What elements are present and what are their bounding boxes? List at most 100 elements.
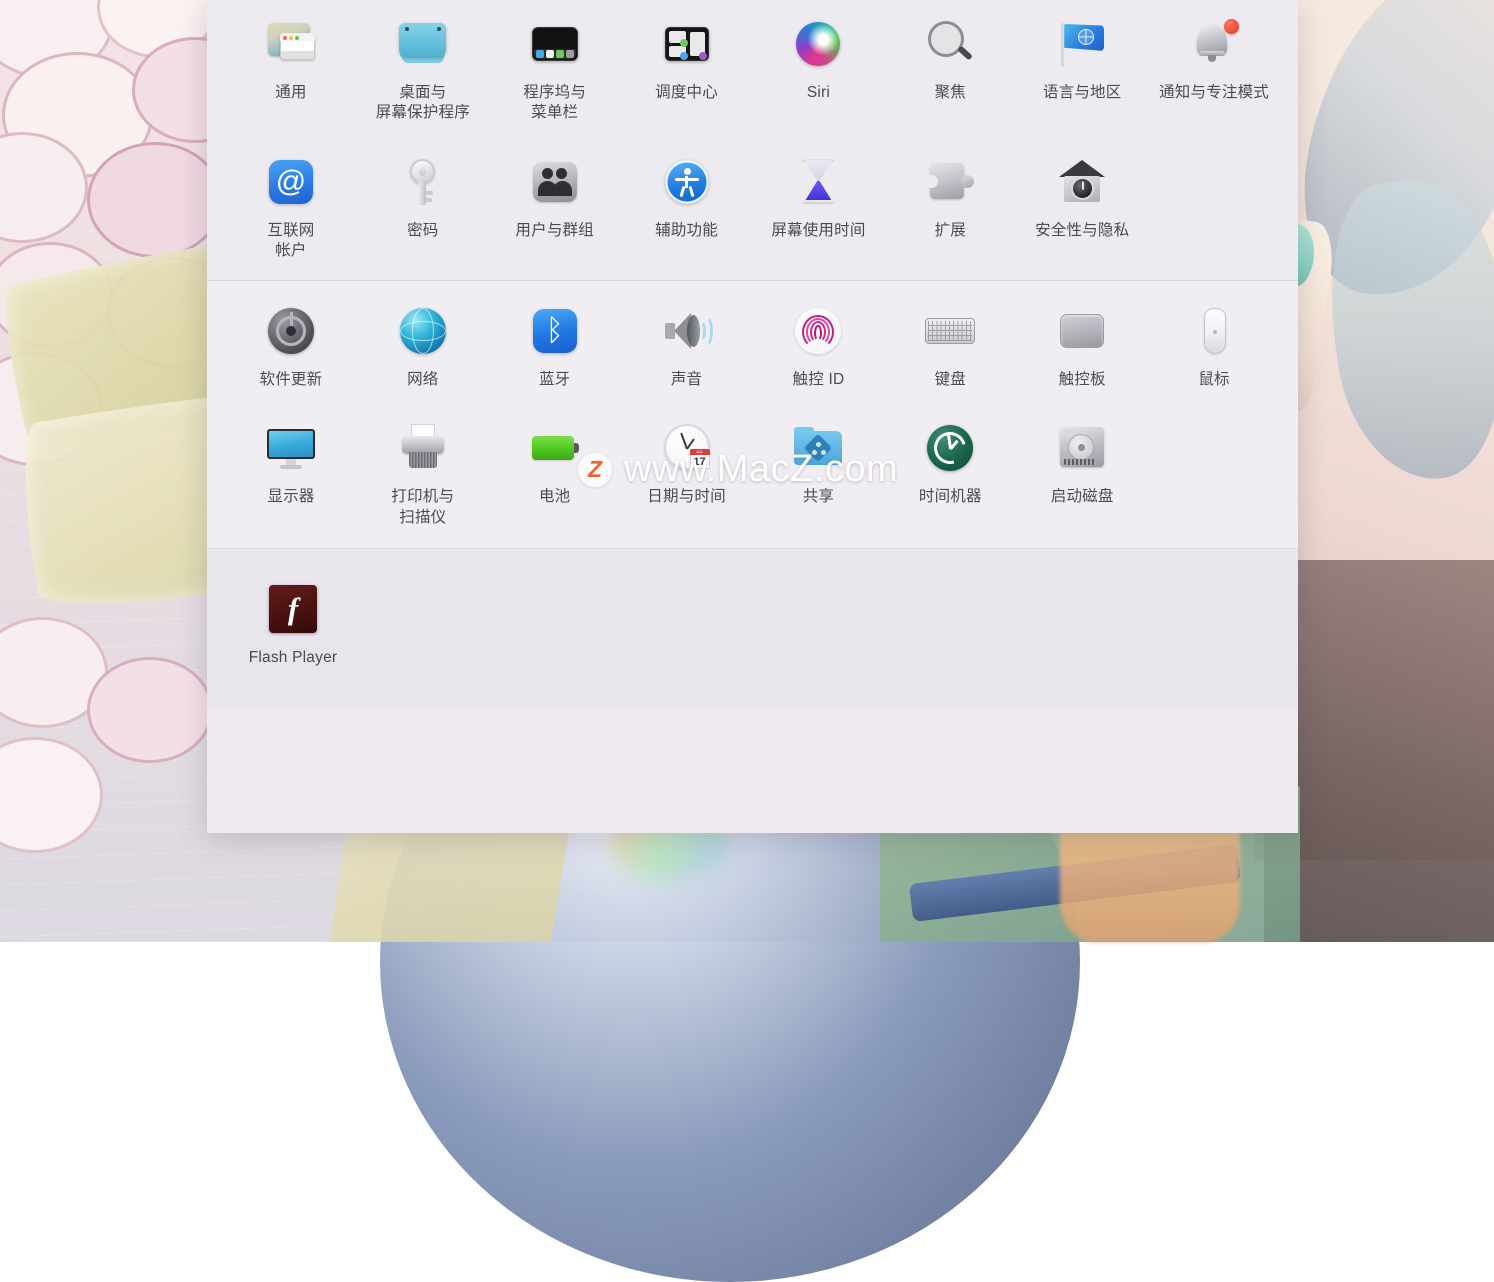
pref-label: 辅助功能 xyxy=(655,221,718,241)
pref-item-bluetooth[interactable]: ᛒ 蓝牙 xyxy=(489,287,621,400)
pref-label: 电池 xyxy=(539,487,570,507)
pref-item-accessibility[interactable]: 辅助功能 xyxy=(621,138,753,272)
siri-icon xyxy=(788,14,848,74)
software-update-icon xyxy=(261,301,321,361)
bluetooth-glyph: ᛒ xyxy=(528,304,582,358)
system-preferences-window: 通用 桌面与 屏幕保护程序 xyxy=(207,0,1298,833)
passwords-key-icon xyxy=(393,152,453,212)
flash-f-glyph: f xyxy=(266,582,320,636)
notification-badge xyxy=(1224,19,1239,34)
sharing-folder-icon xyxy=(788,418,848,478)
spotlight-icon xyxy=(920,14,980,74)
pref-label: 用户与群组 xyxy=(515,221,594,241)
internet-accounts-icon: @ xyxy=(261,152,321,212)
keyboard-icon xyxy=(920,301,980,361)
pref-item-internet-accounts[interactable]: @ 互联网 帐户 xyxy=(225,138,357,272)
pref-label: 扩展 xyxy=(935,221,966,241)
pref-item-network[interactable]: 网络 xyxy=(357,287,489,400)
pref-label: 键盘 xyxy=(935,370,966,390)
pref-item-language-region[interactable]: 语言与地区 xyxy=(1016,0,1148,134)
pref-item-mouse[interactable]: 鼠标 xyxy=(1148,287,1280,400)
pref-label: 网络 xyxy=(407,370,438,390)
pref-item-software-update[interactable]: 软件更新 xyxy=(225,287,357,400)
pref-item-dock-menubar[interactable]: 程序坞与 菜单栏 xyxy=(489,0,621,134)
mission-control-icon xyxy=(657,14,717,74)
screen-time-icon xyxy=(788,152,848,212)
pref-label: 安全性与隐私 xyxy=(1035,221,1129,241)
pref-label: 通用 xyxy=(275,83,306,103)
pref-label: 屏幕使用时间 xyxy=(771,221,865,241)
pref-label: 密码 xyxy=(407,221,438,241)
pref-item-extensions[interactable]: 扩展 xyxy=(884,138,1016,272)
pref-label: 显示器 xyxy=(267,487,314,507)
pref-label: 日期与时间 xyxy=(647,487,726,507)
trackpad-icon xyxy=(1052,301,1112,361)
section-third-party: f Flash Player xyxy=(207,549,1298,708)
calendar-day-label: 17 xyxy=(690,455,710,469)
pref-label: 桌面与 屏幕保护程序 xyxy=(376,83,470,124)
accessibility-icon xyxy=(657,152,717,212)
pref-item-sound[interactable]: 声音 xyxy=(621,287,753,400)
pref-label: 聚焦 xyxy=(935,83,966,103)
touch-id-icon xyxy=(788,301,848,361)
pref-label: Siri xyxy=(807,83,830,103)
pref-item-date-time[interactable]: JUL 17 日期与时间 xyxy=(621,404,753,538)
pref-item-security-privacy[interactable]: 安全性与隐私 xyxy=(1016,138,1148,272)
dock-menubar-icon xyxy=(525,14,585,74)
pref-item-desktop-screensaver[interactable]: 桌面与 屏幕保护程序 xyxy=(357,0,489,134)
pref-item-screen-time[interactable]: 屏幕使用时间 xyxy=(753,138,885,272)
pref-label: 蓝牙 xyxy=(539,370,570,390)
pref-item-flash-player[interactable]: f Flash Player xyxy=(225,565,361,678)
pref-label: 触控板 xyxy=(1059,370,1106,390)
pref-item-mission-control[interactable]: 调度中心 xyxy=(621,0,753,134)
general-icon xyxy=(261,14,321,74)
pref-item-notifications-focus[interactable]: 通知与专注模式 xyxy=(1148,0,1280,134)
pref-item-users-groups[interactable]: 用户与群组 xyxy=(489,138,621,272)
time-machine-icon xyxy=(920,418,980,478)
battery-icon xyxy=(525,418,585,478)
preference-grid-hardware: 软件更新 网络 ᛒ 蓝牙 xyxy=(225,287,1280,538)
pref-label: 软件更新 xyxy=(260,370,323,390)
pref-item-battery[interactable]: 电池 xyxy=(489,404,621,538)
pref-label: 共享 xyxy=(803,487,834,507)
pref-item-sharing[interactable]: 共享 xyxy=(753,404,885,538)
pref-grid-spacer xyxy=(1148,138,1280,272)
pref-grid-spacer xyxy=(1148,404,1280,538)
extensions-puzzle-icon xyxy=(920,152,980,212)
pref-item-keyboard[interactable]: 键盘 xyxy=(884,287,1016,400)
pref-label: 启动磁盘 xyxy=(1051,487,1114,507)
language-region-icon xyxy=(1052,14,1112,74)
pref-label: 打印机与 扫描仪 xyxy=(391,487,454,528)
pref-label: 触控 ID xyxy=(793,370,845,390)
pref-item-touch-id[interactable]: 触控 ID xyxy=(753,287,885,400)
pref-item-startup-disk[interactable]: 启动磁盘 xyxy=(1016,404,1148,538)
pref-item-general[interactable]: 通用 xyxy=(225,0,357,134)
pref-label: Flash Player xyxy=(249,648,338,668)
preference-grid-third-party: f Flash Player xyxy=(225,565,1280,678)
pref-label: 声音 xyxy=(671,370,702,390)
notifications-focus-icon xyxy=(1184,14,1244,74)
pref-label: 调度中心 xyxy=(655,83,718,103)
pref-item-spotlight[interactable]: 聚焦 xyxy=(884,0,1016,134)
pref-label: 时间机器 xyxy=(919,487,982,507)
pref-label: 语言与地区 xyxy=(1043,83,1122,103)
mouse-icon xyxy=(1184,301,1244,361)
preference-grid-personal: 通用 桌面与 屏幕保护程序 xyxy=(225,0,1280,272)
pref-item-trackpad[interactable]: 触控板 xyxy=(1016,287,1148,400)
pref-label: 鼠标 xyxy=(1198,370,1229,390)
sound-speaker-icon xyxy=(657,301,717,361)
displays-icon xyxy=(261,418,321,478)
flash-player-icon: f xyxy=(263,579,323,639)
pref-item-time-machine[interactable]: 时间机器 xyxy=(884,404,1016,538)
startup-disk-icon xyxy=(1052,418,1112,478)
pref-item-siri[interactable]: Siri xyxy=(753,0,885,134)
pref-item-displays[interactable]: 显示器 xyxy=(225,404,357,538)
pref-item-passwords[interactable]: 密码 xyxy=(357,138,489,272)
network-globe-icon xyxy=(393,301,453,361)
pref-item-printers-scanners[interactable]: 打印机与 扫描仪 xyxy=(357,404,489,538)
pref-label: 程序坞与 菜单栏 xyxy=(523,83,586,124)
pref-label: 通知与专注模式 xyxy=(1159,83,1269,103)
section-personal: 通用 桌面与 屏幕保护程序 xyxy=(207,0,1298,280)
printers-scanners-icon xyxy=(393,418,453,478)
bluetooth-icon: ᛒ xyxy=(525,301,585,361)
